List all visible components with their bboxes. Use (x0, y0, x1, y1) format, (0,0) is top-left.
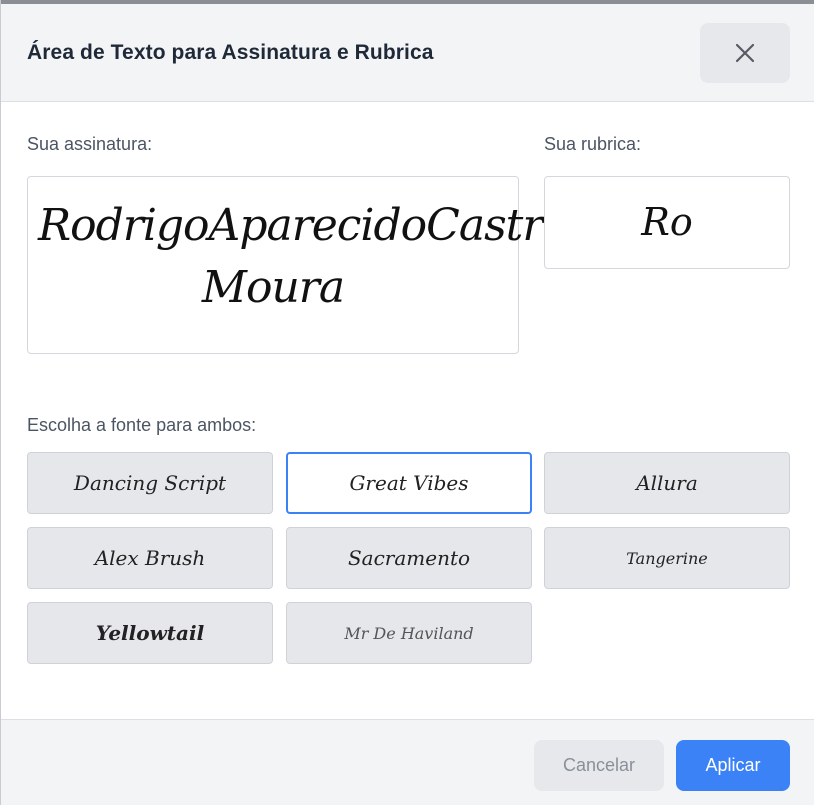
font-option-label: Allura (636, 471, 698, 495)
font-option-great-vibes[interactable]: Great Vibes (286, 452, 532, 514)
dialog-title: Área de Texto para Assinatura e Rubrica (27, 41, 434, 64)
font-option-label: Alex Brush (94, 546, 206, 570)
initials-text: Ro (641, 200, 693, 244)
signature-line-1: RodrigoAparecidoCastro (38, 200, 569, 251)
font-option-dancing-script[interactable]: Dancing Script (27, 452, 273, 514)
font-option-label: Dancing Script (73, 471, 227, 495)
cancel-button[interactable]: Cancelar (534, 740, 664, 791)
font-option-mr-de-haviland[interactable]: Mr De Haviland (286, 602, 532, 664)
font-option-label: Mr De Haviland (344, 623, 474, 643)
apply-button[interactable]: Aplicar (676, 740, 790, 791)
font-option-alex-brush[interactable]: Alex Brush (27, 527, 273, 589)
signature-text: RodrigoAparecidoCastro Moura (38, 195, 569, 319)
font-option-label: Yellowtail (95, 621, 205, 645)
initials-preview[interactable]: Ro (544, 176, 790, 269)
signature-label: Sua assinatura: (27, 134, 153, 154)
initials-label: Sua rubrica: (544, 134, 642, 154)
font-choice-label: Escolha a fonte para ambos: (27, 415, 257, 435)
signature-preview[interactable]: RodrigoAparecidoCastro Moura (27, 176, 569, 354)
font-option-label: Tangerine (626, 548, 708, 568)
font-option-yellowtail[interactable]: Yellowtail (27, 602, 273, 664)
signature-line-2: Moura (201, 262, 345, 313)
dialog-header: Área de Texto para Assinatura e Rubrica (1, 4, 814, 102)
font-option-tangerine[interactable]: Tangerine (544, 527, 790, 589)
font-option-label: Sacramento (347, 546, 471, 570)
font-option-sacramento[interactable]: Sacramento (286, 527, 532, 589)
font-option-label: Great Vibes (349, 471, 469, 495)
close-button[interactable] (700, 23, 790, 83)
close-icon (735, 43, 755, 63)
signature-dialog: Área de Texto para Assinatura e Rubrica … (0, 0, 814, 805)
dialog-footer: Cancelar Aplicar (1, 719, 814, 805)
font-option-allura[interactable]: Allura (544, 452, 790, 514)
